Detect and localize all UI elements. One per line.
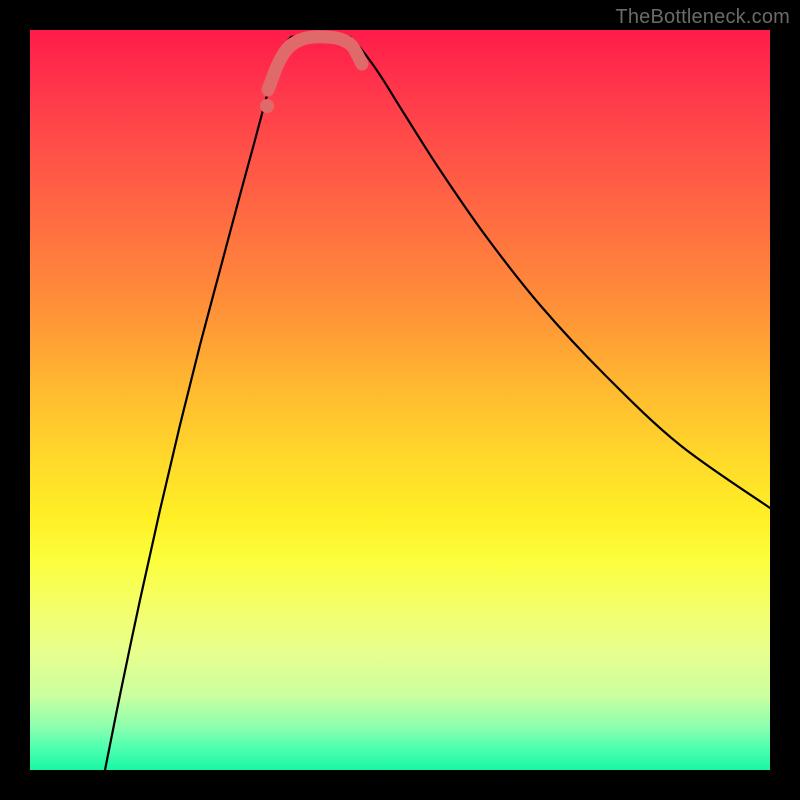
- curves-svg: [30, 30, 770, 770]
- plot-area: [30, 30, 770, 770]
- dot-left: [260, 99, 274, 113]
- curve-right-curve: [350, 37, 770, 508]
- chart-frame: TheBottleneck.com: [0, 0, 800, 800]
- curve-left-curve: [105, 37, 291, 770]
- watermark: TheBottleneck.com: [615, 6, 790, 29]
- curve-bottom-highlight: [268, 37, 362, 90]
